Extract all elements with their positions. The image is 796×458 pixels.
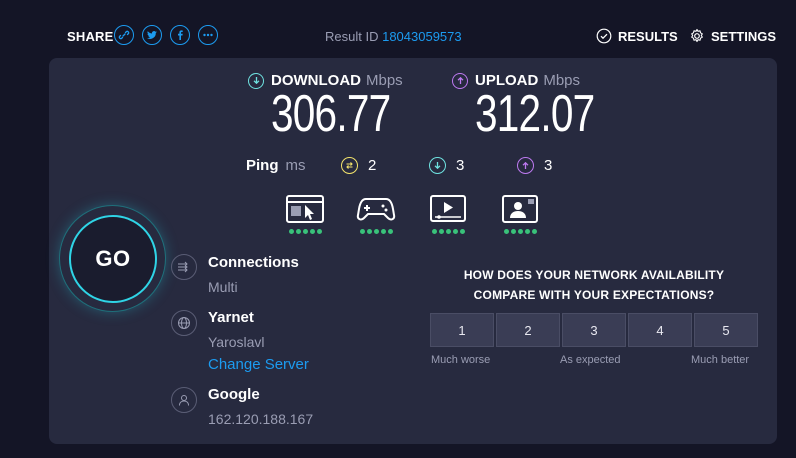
results-label: RESULTS [618,28,678,44]
settings-nav[interactable]: SETTINGS [689,28,776,44]
download-latency-icon [429,157,446,174]
connections-title: Connections [208,254,299,271]
usecase-streaming[interactable] [426,193,470,234]
ping-unit: ms [285,157,306,174]
rating-high-label: Much better [691,354,750,366]
share-more-button[interactable] [198,25,218,45]
ping-download-value: 3 [456,157,465,174]
provider-ip: 162.120.188.167 [208,411,314,427]
result-id-link[interactable]: 18043059573 [382,29,462,44]
video-streaming-icon [430,195,466,222]
browsing-rating-dots [288,229,322,234]
streaming-rating-dots [431,229,465,234]
browsing-icon [286,195,324,223]
results-nav[interactable]: RESULTS [596,28,678,44]
usecase-gaming[interactable] [354,193,398,234]
gear-icon [691,28,703,43]
result-id: Result ID 18043059573 [325,29,462,44]
connections-icon [171,254,197,280]
survey-question: HOW DOES YOUR NETWORK AVAILABILITY COMPA… [430,265,758,305]
ping-label-group: Ping ms [246,157,306,174]
gaming-rating-dots [359,229,393,234]
rating-option-2[interactable]: 2 [496,313,560,347]
share-label: SHARE [67,29,114,44]
check-circle-icon [596,28,612,44]
survey-rating-row: 1 2 3 4 5 [430,313,758,347]
share-link-button[interactable] [114,25,134,45]
usecase-video-chat[interactable] [498,193,542,234]
download-arrow-icon [248,72,264,89]
ping-download[interactable]: 3 [429,157,464,174]
settings-label: SETTINGS [711,28,777,44]
facebook-icon [178,30,183,40]
download-speed-value: 306.77 [271,85,391,143]
share-twitter-button[interactable] [142,25,162,45]
globe-icon [171,310,197,336]
rating-option-3[interactable]: 3 [562,313,626,347]
server-location: Yaroslavl [208,334,265,350]
change-server-link[interactable]: Change Server [208,356,309,373]
ping-upload[interactable]: 3 [517,157,552,174]
rating-low-label: Much worse [431,354,491,366]
upload-latency-icon [517,157,534,174]
ping-idle[interactable]: 2 [341,157,376,174]
survey-question-line2: COMPARE WITH YOUR EXPECTATIONS? [473,288,715,302]
provider-name: Google [208,386,260,403]
more-icon [203,33,213,37]
video-chat-rating-dots [503,229,537,234]
result-id-label: Result ID [325,29,379,44]
rating-option-1[interactable]: 1 [430,313,494,347]
rating-option-5[interactable]: 5 [694,313,758,347]
top-bar: SHARE Result ID 18043059573 RESULTS SETT… [0,0,796,58]
twitter-icon [147,31,157,39]
ping-label: Ping [246,157,279,174]
server-name: Yarnet [208,309,254,326]
rating-mid-label: As expected [560,354,621,366]
rating-option-4[interactable]: 4 [628,313,692,347]
user-icon [171,387,197,413]
upload-arrow-icon [452,72,468,89]
go-button[interactable]: GO [69,215,157,303]
ping-idle-value: 2 [368,157,377,174]
share-facebook-button[interactable] [170,25,190,45]
usecase-browsing[interactable] [283,193,327,234]
link-icon [118,30,130,40]
go-label: GO [95,246,131,271]
survey-question-line1: HOW DOES YOUR NETWORK AVAILABILITY [463,268,725,282]
gaming-icon [356,198,396,221]
ping-upload-value: 3 [544,157,553,174]
video-chat-icon [502,195,538,223]
upload-speed-value: 312.07 [475,85,595,143]
idle-latency-icon [341,157,358,174]
connections-value: Multi [208,279,238,295]
